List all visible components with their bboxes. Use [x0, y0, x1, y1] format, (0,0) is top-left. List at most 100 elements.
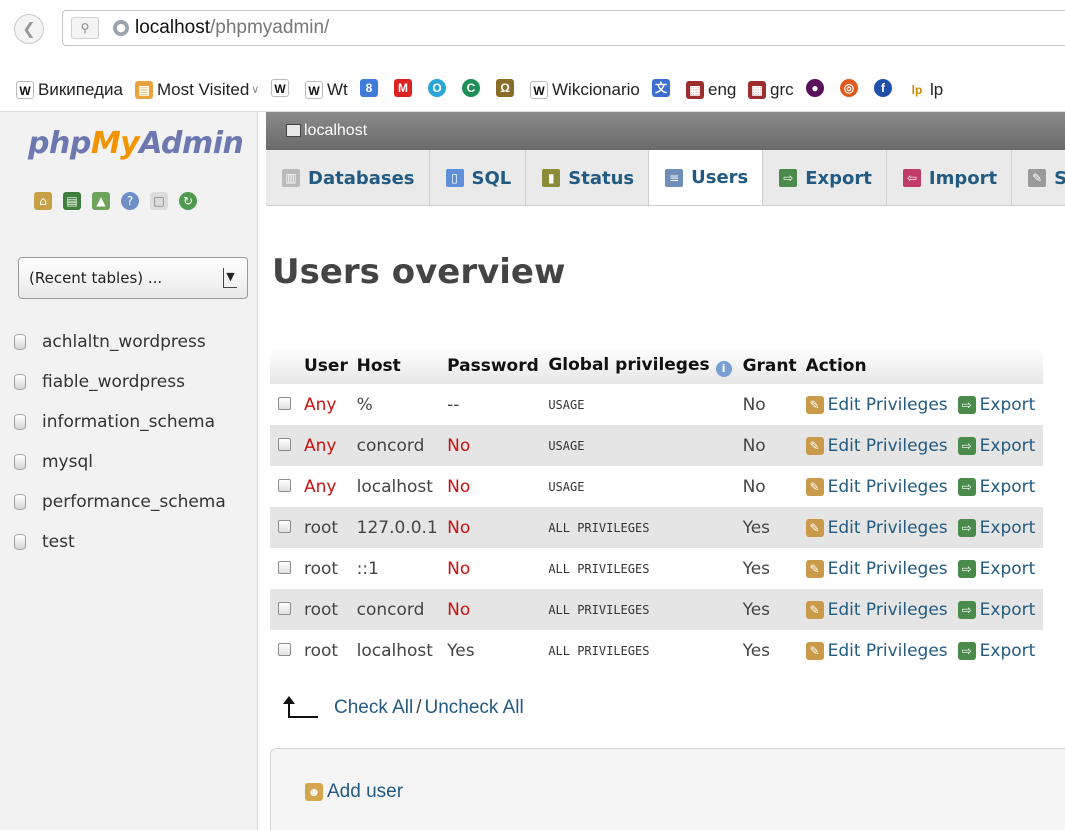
- edit-user-icon: ✎: [805, 642, 824, 660]
- address-field[interactable]: ⚲ ● localhost/phpmyadmin/: [62, 10, 1065, 46]
- users-icon: ≡: [665, 168, 684, 187]
- export-user-link[interactable]: ⇨ Export: [957, 600, 1036, 620]
- database-item[interactable]: information_schema: [14, 402, 226, 442]
- row-checkbox[interactable]: [278, 396, 291, 410]
- row-checkbox[interactable]: [278, 560, 291, 574]
- edit-privileges-link[interactable]: ✎ Edit Privileges: [805, 641, 948, 661]
- tab-status[interactable]: ▮ Status: [526, 150, 650, 205]
- tab-import[interactable]: ⇦ Import: [887, 150, 1013, 205]
- check-all-link[interactable]: Check All: [334, 697, 413, 719]
- database-name[interactable]: performance_schema: [42, 492, 226, 512]
- home-icon[interactable]: ⌂: [34, 192, 52, 210]
- back-arrow-icon[interactable]: ❮: [14, 14, 44, 44]
- database-icon[interactable]: [14, 494, 26, 510]
- tab-settin[interactable]: ✎ Settin: [1012, 150, 1065, 205]
- database-item[interactable]: mysql: [14, 442, 226, 482]
- site-identity-icon[interactable]: ⚲: [71, 17, 99, 39]
- password-cell: No: [443, 589, 545, 630]
- bookmark-8[interactable]: Ω: [496, 79, 518, 97]
- row-select-cell: [270, 466, 300, 507]
- edit-privileges-link[interactable]: ✎ Edit Privileges: [805, 477, 948, 497]
- bookmark-5[interactable]: M: [394, 79, 416, 97]
- edit-privileges-label: Edit Privileges: [827, 641, 948, 661]
- server-link[interactable]: localhost: [304, 122, 367, 139]
- edit-privileges-link[interactable]: ✎ Edit Privileges: [805, 518, 948, 538]
- bookmark-1[interactable]: ▤ Most Visited ∨: [135, 79, 259, 101]
- tab-databases[interactable]: ▥ Databases: [266, 150, 430, 205]
- reload-icon[interactable]: ↻: [179, 192, 197, 210]
- database-item[interactable]: performance_schema: [14, 482, 226, 522]
- bookmark-12[interactable]: ▦ grc: [748, 79, 794, 101]
- export-user-link[interactable]: ⇨ Export: [957, 559, 1035, 579]
- add-user-link[interactable]: ☻ Add user: [305, 781, 403, 803]
- privileges-cell: ALL PRIVILEGES: [544, 630, 739, 671]
- bookmark-4[interactable]: 8: [360, 79, 382, 97]
- row-select-cell: [270, 507, 300, 548]
- edit-user-icon: ✎: [805, 601, 824, 619]
- bookmark-10[interactable]: 文: [652, 79, 674, 97]
- database-icon[interactable]: [14, 534, 26, 550]
- database-icon[interactable]: [14, 414, 26, 430]
- bookmark-16[interactable]: lp lp: [908, 79, 943, 101]
- export-icon: ⇨: [957, 478, 976, 496]
- chevron-down-icon[interactable]: ▼: [223, 268, 237, 288]
- database-icon[interactable]: [14, 374, 26, 390]
- row-checkbox[interactable]: [278, 437, 291, 451]
- recent-tables-select[interactable]: (Recent tables) ... ▼: [18, 257, 248, 299]
- export-user-link[interactable]: ⇨ Export: [957, 641, 1035, 661]
- address-text[interactable]: localhost/phpmyadmin/: [135, 17, 329, 39]
- bookmark-15[interactable]: f: [874, 79, 896, 97]
- bookmark-11[interactable]: ▦ eng: [686, 79, 736, 101]
- uncheck-all-link[interactable]: Uncheck All: [424, 697, 523, 719]
- export-user-link[interactable]: ⇨ Export: [957, 518, 1035, 538]
- row-checkbox[interactable]: [278, 642, 291, 656]
- database-item[interactable]: test: [14, 522, 226, 562]
- top-menu-tabs: ▥ Databases ▯ SQL ▮ Status ≡ Users ⇨ Export ⇦ Impor…: [266, 150, 1065, 206]
- tab-label: Import: [928, 167, 998, 189]
- query-window-icon[interactable]: ▲: [92, 192, 110, 210]
- bookmark-13[interactable]: ●: [806, 79, 828, 97]
- bookmark-6[interactable]: O: [428, 79, 450, 97]
- database-icon[interactable]: [14, 454, 26, 470]
- database-item[interactable]: fiable_wordpress: [14, 362, 226, 402]
- export-user-link[interactable]: ⇨ Export: [957, 436, 1035, 456]
- edit-privileges-link[interactable]: ✎ Edit Privileges: [805, 395, 948, 415]
- edit-privileges-link[interactable]: ✎ Edit Privileges: [805, 436, 948, 456]
- edit-privileges-link[interactable]: ✎ Edit Privileges: [805, 559, 948, 579]
- database-name[interactable]: achlaltn_wordpress: [42, 332, 206, 352]
- logo-php: php: [28, 126, 91, 161]
- database-name[interactable]: information_schema: [42, 412, 215, 432]
- help-icon[interactable]: i: [715, 361, 732, 377]
- database-name[interactable]: mysql: [42, 452, 93, 472]
- database-item[interactable]: achlaltn_wordpress: [14, 322, 226, 362]
- tab-sql[interactable]: ▯ SQL: [430, 150, 527, 205]
- bookmark-9[interactable]: W Wikcionario: [530, 79, 640, 101]
- bookmark-2[interactable]: W: [271, 79, 293, 97]
- phpmyadmin-logo[interactable]: phpMyAdmin: [28, 126, 244, 161]
- row-checkbox[interactable]: [278, 519, 291, 533]
- database-icon[interactable]: [14, 334, 26, 350]
- row-checkbox[interactable]: [278, 478, 291, 492]
- edit-privileges-link[interactable]: ✎ Edit Privileges: [805, 600, 948, 620]
- tab-users[interactable]: ≡ Users: [649, 150, 764, 205]
- user-cell: Any: [300, 466, 353, 507]
- password-cell: Yes: [443, 630, 545, 671]
- row-checkbox[interactable]: [278, 601, 291, 615]
- bookmark-3[interactable]: W Wt: [305, 79, 348, 101]
- docs-icon[interactable]: ?: [121, 192, 139, 210]
- export-user-link[interactable]: ⇨ Export: [957, 477, 1035, 497]
- mysql-docs-icon[interactable]: □: [150, 192, 168, 210]
- bookmark-0[interactable]: W Википедиа: [16, 79, 123, 101]
- tab-label: Databases: [308, 167, 415, 189]
- database-name[interactable]: test: [42, 532, 75, 552]
- database-name[interactable]: fiable_wordpress: [42, 372, 185, 392]
- export-user-link[interactable]: ⇨ Export: [957, 395, 1035, 415]
- export-user-label: Export: [979, 600, 1036, 620]
- bookmark-7[interactable]: C: [462, 79, 484, 97]
- grant-cell: No: [738, 425, 802, 466]
- bookmark-14[interactable]: ◎: [840, 79, 862, 97]
- logout-icon[interactable]: ▤: [63, 192, 81, 210]
- tab-export[interactable]: ⇨ Export: [763, 150, 887, 205]
- table-header-row: User Host Password Global privileges i Grant A…: [270, 348, 1043, 384]
- tab-label: Users: [691, 167, 749, 188]
